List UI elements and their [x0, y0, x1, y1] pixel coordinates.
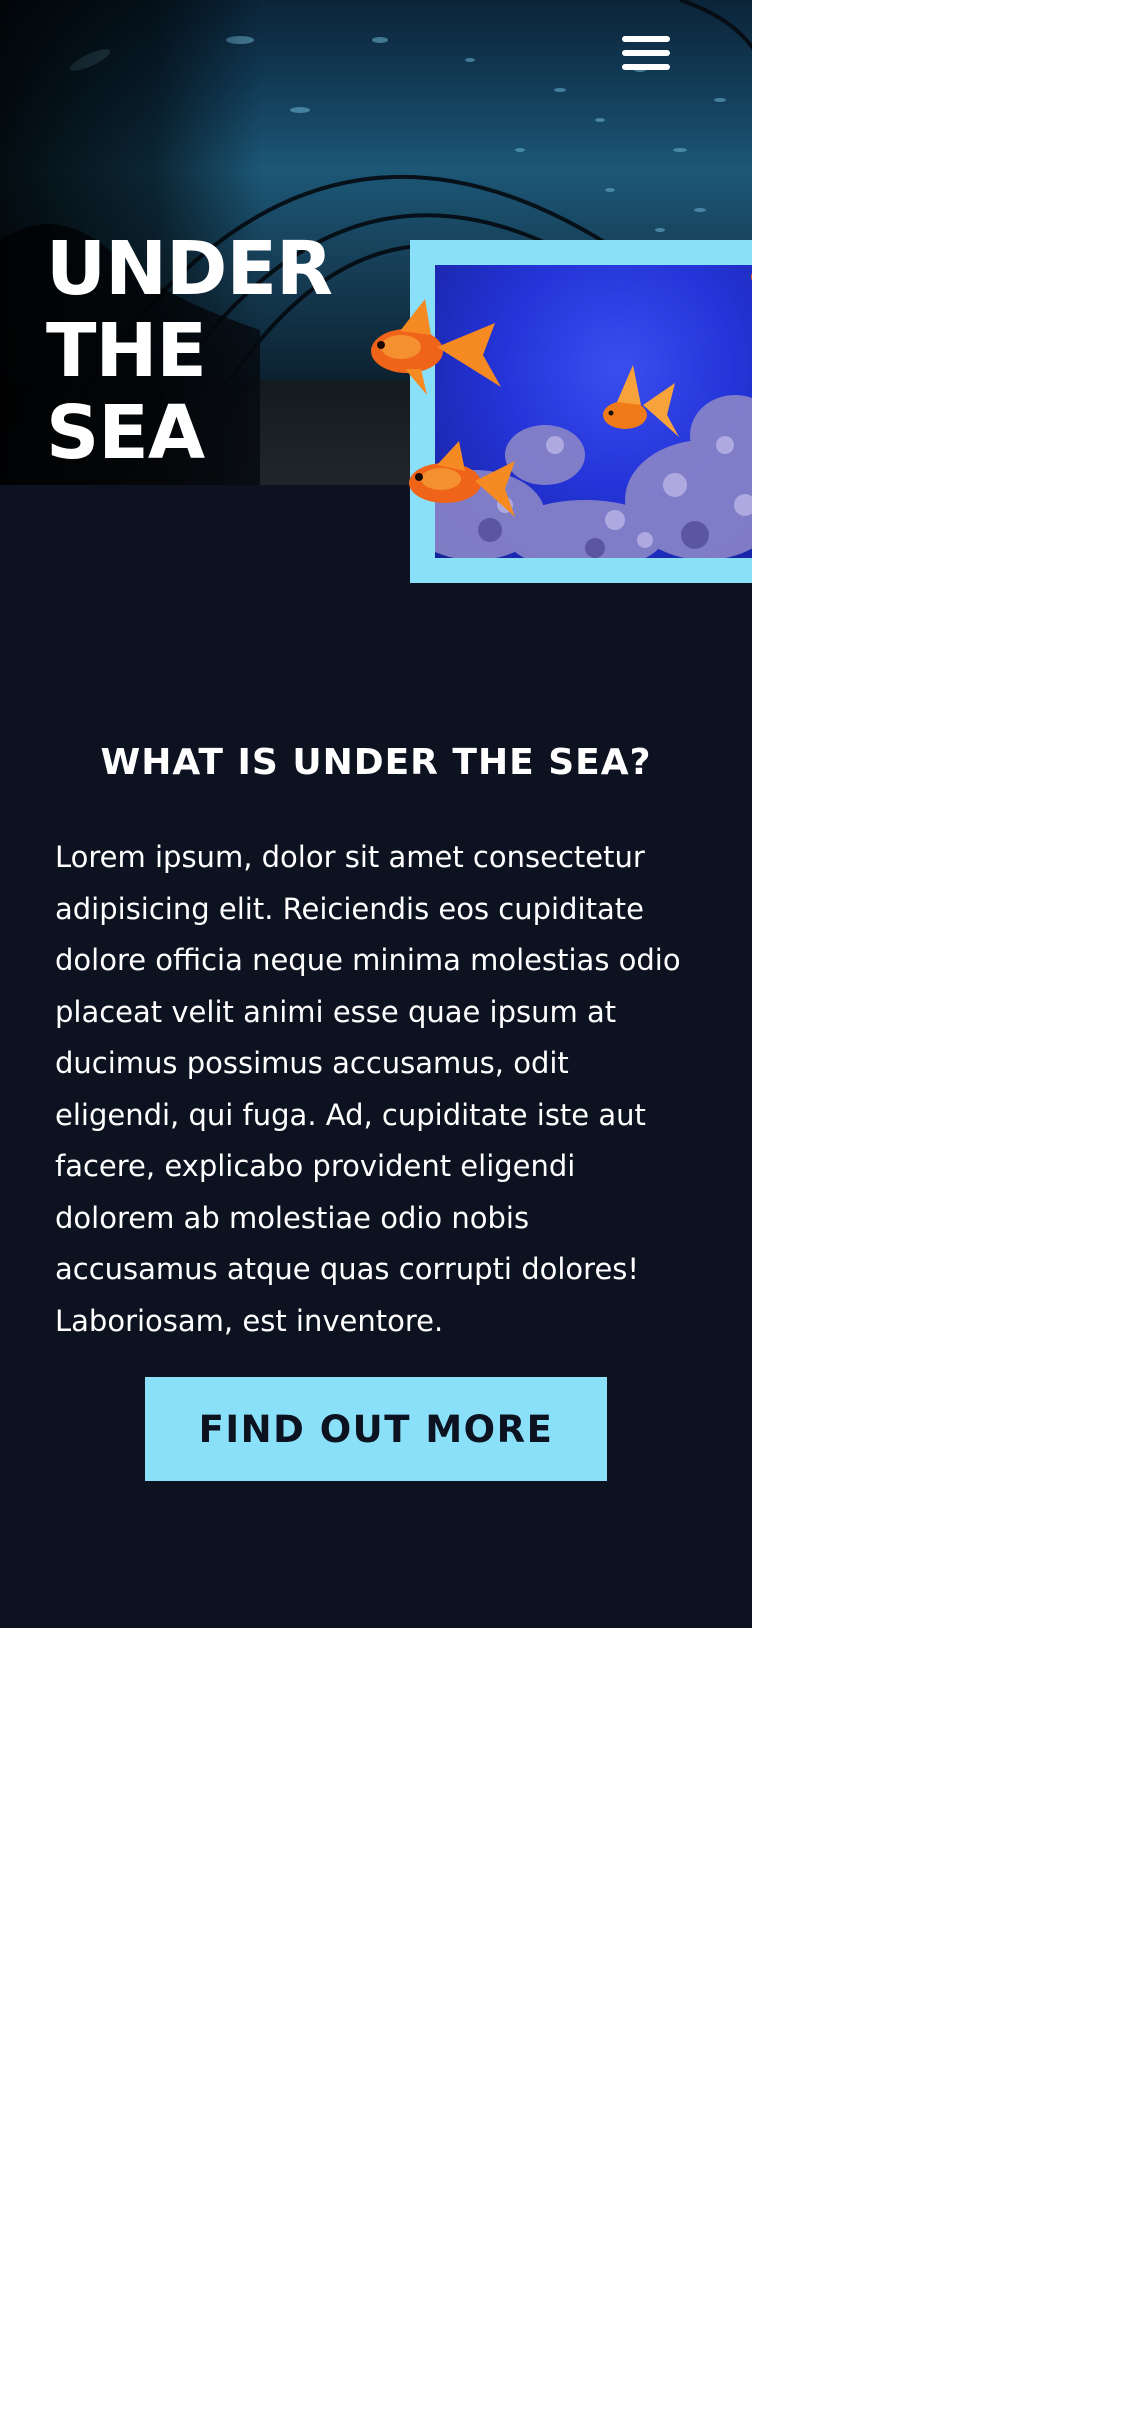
hamburger-menu-icon[interactable] [616, 30, 676, 80]
page-container: UNDER THE SEA WHAT IS UNDER THE SEA? Lor… [0, 0, 752, 1628]
hero-title: UNDER THE SEA [46, 226, 333, 476]
find-out-more-button[interactable]: FIND OUT MORE [145, 1377, 607, 1481]
section-body-text: Lorem ipsum, dolor sit amet consectetur … [55, 840, 681, 1338]
goldfish-pair-icon [371, 299, 515, 517]
section-heading: WHAT IS UNDER THE SEA? [100, 742, 652, 783]
goldfish-icon [603, 365, 679, 437]
